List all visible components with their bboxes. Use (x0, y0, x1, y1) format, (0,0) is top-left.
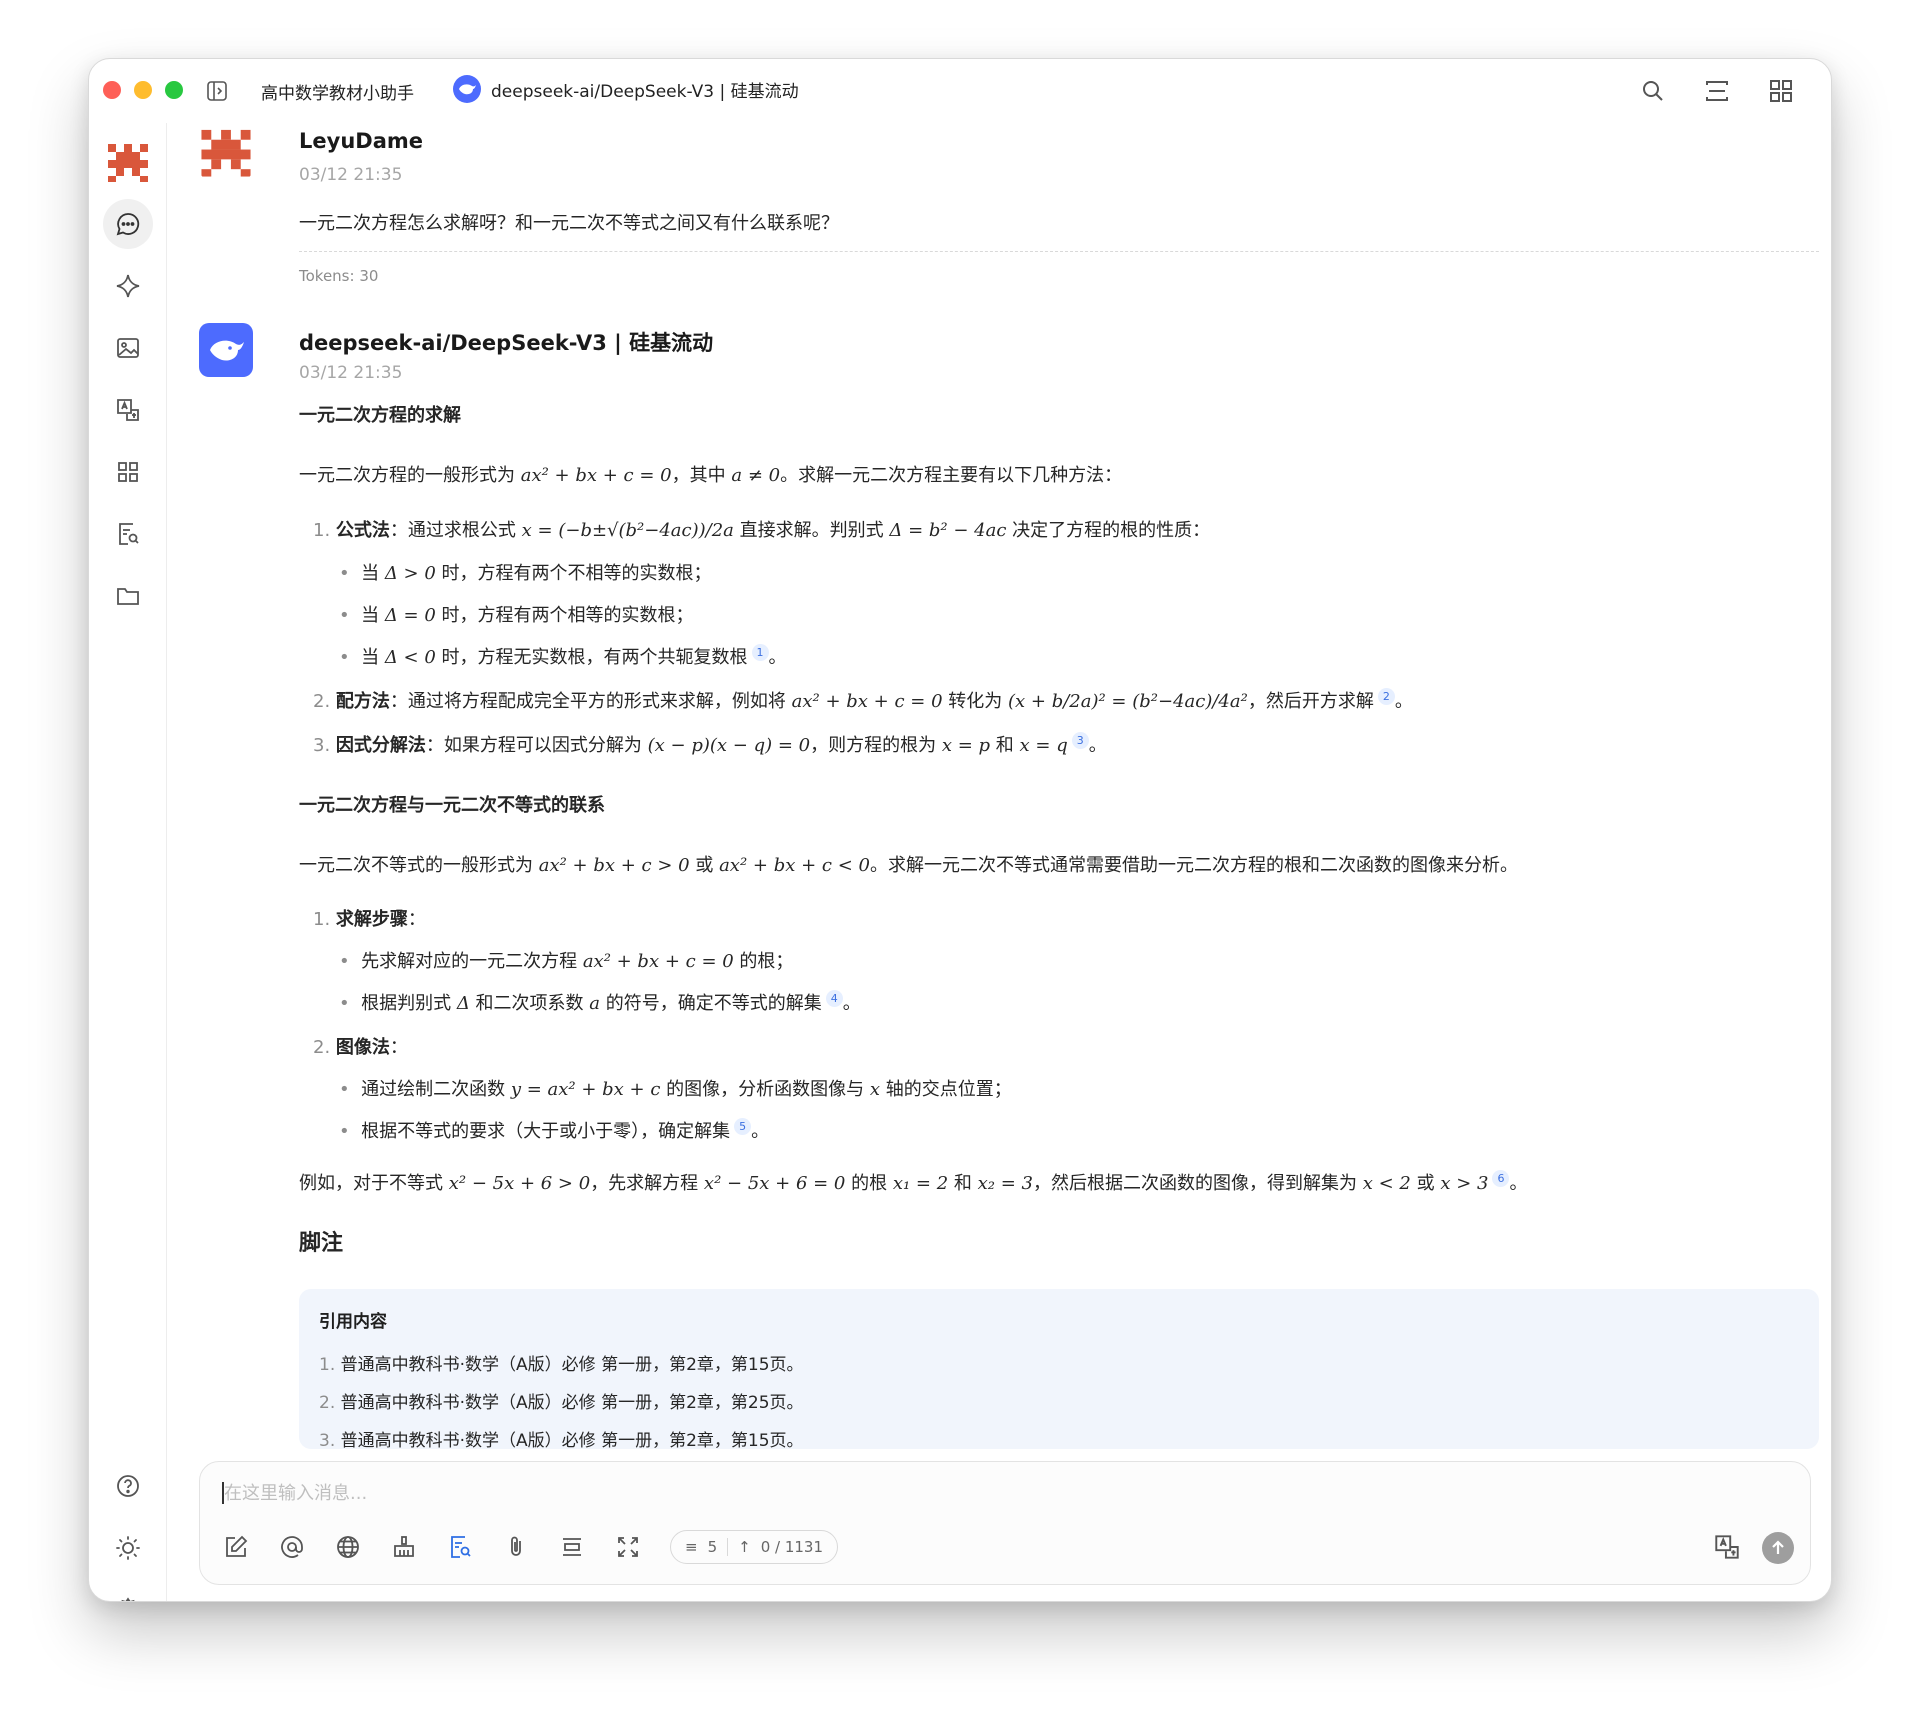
citation-badge[interactable]: 6 (1492, 1170, 1510, 1187)
window-controls (103, 81, 183, 99)
reference-item[interactable]: 2. 普通高中教科书·数学（A版）必修 第一册，第2章，第25页。 (319, 1384, 1799, 1422)
context-list-icon: ≡ (685, 1538, 698, 1556)
section-heading: 一元二次方程与一元二次不等式的联系 (299, 795, 605, 816)
new-topic-edit-icon[interactable] (222, 1533, 250, 1561)
method-1: 1. 公式法：通过求根公式 x = (−b±√(b²−4ac))/2a 直接求解… (313, 520, 1211, 541)
search-icon[interactable] (1639, 77, 1667, 105)
theme-sun-icon[interactable] (103, 1523, 153, 1573)
settings-gear-icon[interactable] (103, 1585, 153, 1601)
title-bar: 高中数学教材小助手 deepseek-ai/DeepSeek-V3 | 硅基流动 (89, 59, 1831, 123)
message-author: deepseek-ai/DeepSeek-V3 | 硅基流动 (299, 331, 714, 355)
deepseek-logo-icon (453, 75, 481, 103)
apps-icon[interactable] (103, 447, 153, 497)
reference-item[interactable]: 1. 普通高中教科书·数学（A版）必修 第一册，第2章，第15页。 (319, 1346, 1799, 1384)
translate-icon[interactable] (103, 385, 153, 435)
web-search-globe-icon[interactable] (334, 1533, 362, 1561)
example-paragraph: 例如，对于不等式 x² − 5x + 6 > 0，先求解方程 x² − 5x +… (299, 1170, 1528, 1194)
reference-item[interactable]: 3. 普通高中教科书·数学（A版）必修 第一册，第2章，第15页。 (319, 1422, 1799, 1460)
step-1-bullet-1: • 先求解对应的一元二次方程 ax² + bx + c = 0 的根； (339, 951, 794, 972)
message-input[interactable] (224, 1476, 1624, 1510)
step-2: 2. 图像法： (313, 1037, 408, 1058)
mention-at-icon[interactable] (278, 1533, 306, 1561)
close-window-button[interactable] (103, 81, 121, 99)
method-1-bullet-2: • 当 Δ = 0 时，方程有两个相等的实数根； (339, 605, 694, 626)
send-button[interactable] (1762, 1532, 1794, 1564)
model-selector[interactable]: deepseek-ai/DeepSeek-V3 | 硅基流动 (453, 75, 799, 103)
folder-icon[interactable] (103, 571, 153, 621)
message-time: 03/12 21:35 (299, 363, 403, 383)
step-2-bullet-1: • 通过绘制二次函数 y = ax² + bx + c 的图像，分析函数图像与 … (339, 1079, 1012, 1100)
token-count: 0 / 1131 (760, 1538, 824, 1556)
expand-fullscreen-icon[interactable] (614, 1533, 642, 1561)
footnote-heading: 脚注 (299, 1231, 344, 1256)
citation-badge[interactable]: 3 (1071, 732, 1089, 749)
titlebar-actions (1639, 77, 1795, 105)
context-token-counter[interactable]: ≡ 5 ↑ 0 / 1131 (670, 1530, 839, 1564)
user-avatar-icon (199, 125, 253, 179)
message-divider (299, 251, 1819, 252)
step-1-bullet-2: • 根据判别式 Δ 和二次项系数 a 的符号，确定不等式的解集 4。 (339, 990, 861, 1014)
chat-area: LeyuDame 03/12 21:35 一元二次方程怎么求解呀？和一元二次不等… (167, 123, 1831, 1493)
help-icon[interactable] (103, 1461, 153, 1511)
step-1: 1. 求解步骤： (313, 909, 426, 930)
citation-badge[interactable]: 4 (825, 990, 843, 1007)
relation-paragraph: 一元二次不等式的一般形式为 ax² + bx + c > 0 或 ax² + b… (299, 855, 1518, 876)
minimize-window-button[interactable] (134, 81, 152, 99)
app-window: 高中数学教材小助手 deepseek-ai/DeepSeek-V3 | 硅基流动 (88, 58, 1832, 1602)
sparkle-icon[interactable] (103, 261, 153, 311)
topic-layout-icon[interactable] (1703, 77, 1731, 105)
citation-badge[interactable]: 2 (1377, 688, 1395, 705)
image-icon[interactable] (103, 323, 153, 373)
citation-badge[interactable]: 1 (751, 644, 769, 661)
intro-paragraph: 一元二次方程的一般形式为 ax² + bx + c = 0，其中 a ≠ 0。求… (299, 465, 1123, 486)
method-1-bullet-1: • 当 Δ > 0 时，方程有两个不相等的实数根； (339, 563, 712, 584)
message-author: LeyuDame (299, 129, 423, 153)
context-count: 5 (707, 1538, 718, 1556)
attachment-paperclip-icon[interactable] (502, 1533, 530, 1561)
deepseek-avatar-icon (199, 323, 253, 377)
sidebar-toggle-icon[interactable] (205, 79, 229, 103)
message-time: 03/12 21:35 (299, 165, 403, 185)
context-divider-icon[interactable] (558, 1533, 586, 1561)
message-composer: ≡ 5 ↑ 0 / 1131 (199, 1461, 1811, 1585)
method-1-bullet-3: • 当 Δ < 0 时，方程无实数根，有两个共轭复数根 1。 (339, 644, 787, 668)
step-2-bullet-2: • 根据不等式的要求（大于或小于零），确定解集 5。 (339, 1118, 770, 1142)
arrow-up-icon: ↑ (738, 1538, 751, 1556)
maximize-window-button[interactable] (165, 81, 183, 99)
references-title: 引用内容 (319, 1312, 387, 1332)
grid-view-icon[interactable] (1767, 77, 1795, 105)
clear-broom-icon[interactable] (390, 1533, 418, 1561)
message-text: 一元二次方程怎么求解呀？和一元二次不等式之间又有什么联系呢？ (299, 213, 839, 234)
assistant-title[interactable]: 高中数学教材小助手 (261, 79, 414, 104)
method-3: 3. 因式分解法：如果方程可以因式分解为 (x − p)(x − q) = 0，… (313, 732, 1107, 756)
knowledge-base-icon[interactable] (103, 509, 153, 559)
chat-icon[interactable] (103, 199, 153, 249)
model-name: deepseek-ai/DeepSeek-V3 | 硅基流动 (491, 81, 799, 102)
composer-toolbar: ≡ 5 ↑ 0 / 1131 (222, 1530, 839, 1564)
token-count: Tokens: 30 (299, 267, 379, 285)
knowledge-base-icon[interactable] (446, 1533, 474, 1561)
arrow-up-icon (1772, 1540, 1784, 1554)
user-avatar[interactable] (103, 137, 153, 187)
left-nav-rail (89, 123, 167, 1601)
method-2: 2. 配方法：通过将方程配成完全平方的形式来求解，例如将 ax² + bx + … (313, 688, 1413, 712)
section-heading: 一元二次方程的求解 (299, 405, 461, 426)
citation-badge[interactable]: 5 (734, 1118, 752, 1135)
translate-icon[interactable] (1712, 1532, 1742, 1562)
references-box: 引用内容 1. 普通高中教科书·数学（A版）必修 第一册，第2章，第15页。 2… (299, 1289, 1819, 1451)
